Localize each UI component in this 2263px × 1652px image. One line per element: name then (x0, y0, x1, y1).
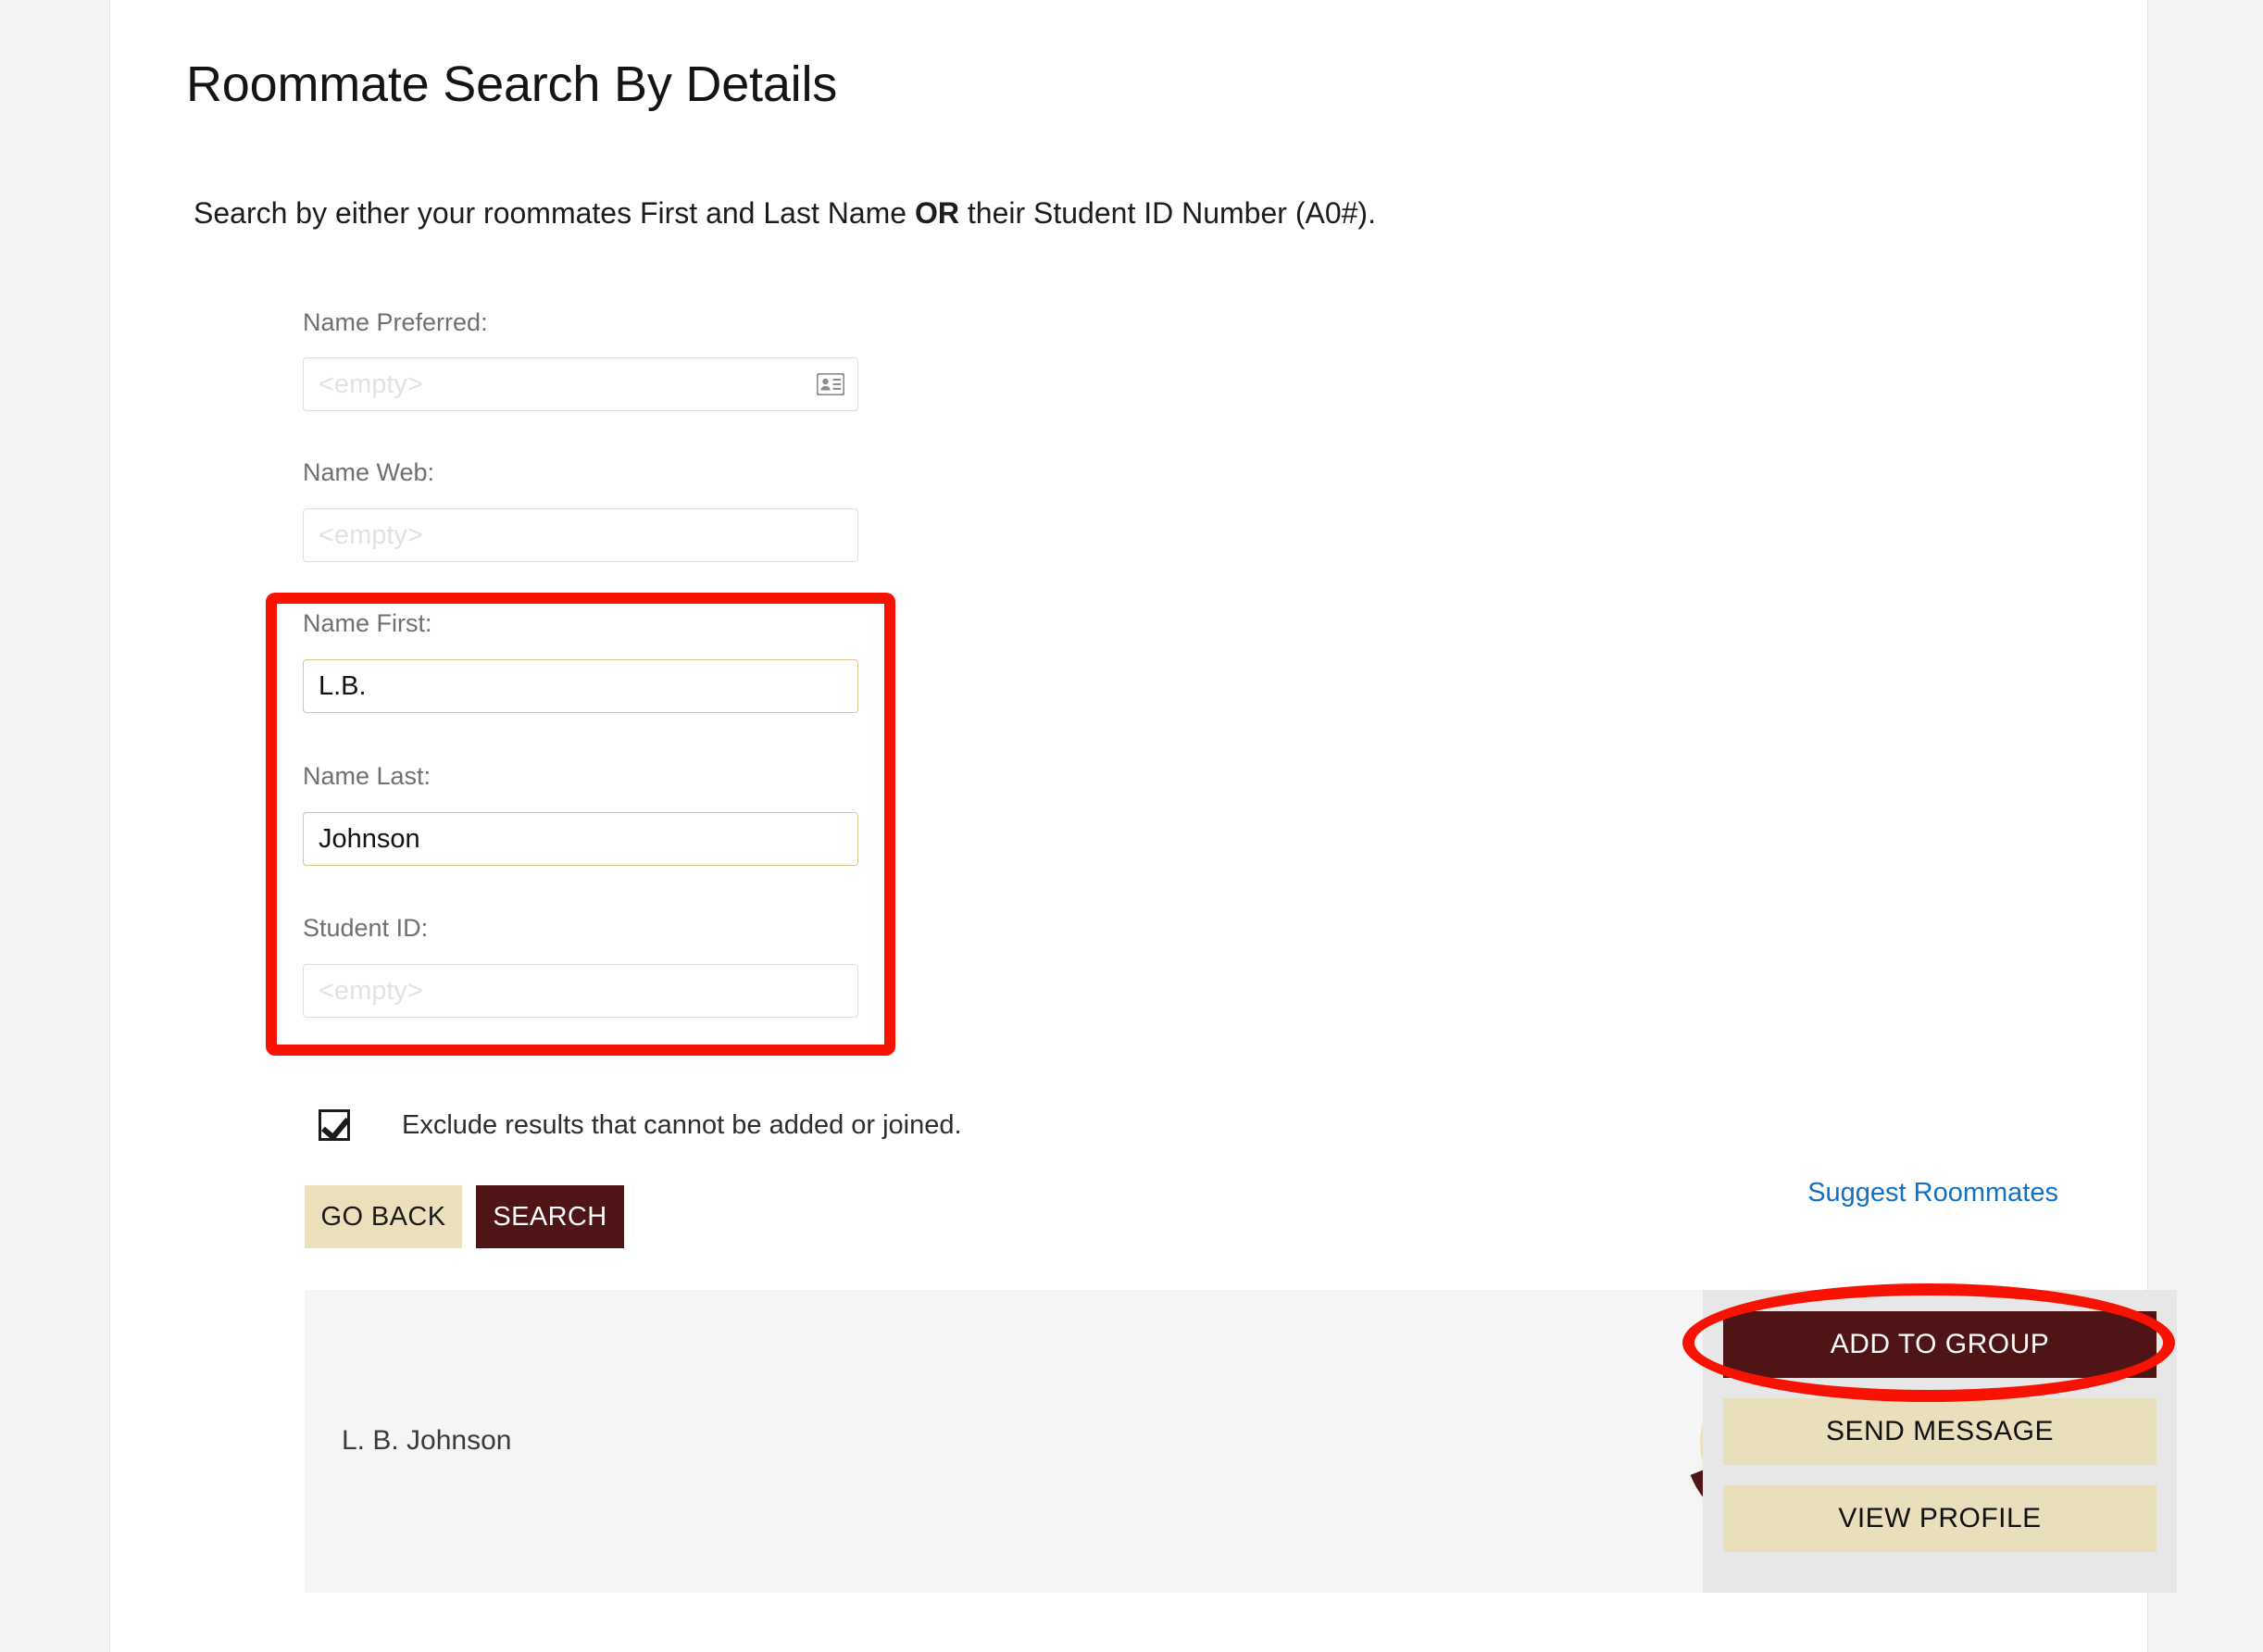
input-name-preferred[interactable]: <empty> (303, 357, 858, 411)
search-button[interactable]: SEARCH (476, 1185, 624, 1248)
send-message-button[interactable]: SEND MESSAGE (1723, 1398, 2157, 1465)
suggest-roommates-link[interactable]: Suggest Roommates (1807, 1178, 2058, 1208)
page-title: Roommate Search By Details (186, 56, 838, 113)
page-description: Search by either your roommates First an… (194, 196, 1376, 231)
input-name-first[interactable]: L.B. (303, 659, 858, 713)
exclude-results-row[interactable]: Exclude results that cannot be added or … (319, 1109, 962, 1141)
input-name-last-value: Johnson (319, 823, 420, 854)
input-name-last[interactable]: Johnson (303, 812, 858, 866)
go-back-button[interactable]: GO BACK (305, 1185, 462, 1248)
view-profile-button[interactable]: VIEW PROFILE (1723, 1485, 2157, 1552)
input-student-id-placeholder: <empty> (319, 975, 423, 1006)
result-person-name: L. B. Johnson (342, 1425, 512, 1456)
label-name-web: Name Web: (303, 458, 435, 486)
label-name-last: Name Last: (303, 762, 431, 790)
page-shell: Roommate Search By Details Search by eit… (0, 0, 2263, 1652)
add-to-group-button[interactable]: ADD TO GROUP (1723, 1311, 2157, 1378)
description-text-after: their Student ID Number (A0#). (958, 196, 1376, 230)
label-name-first: Name First: (303, 609, 432, 637)
search-result-card: L. B. Johnson 69% Match ADD TO GROUP SEN… (305, 1290, 2177, 1593)
content-card: Roommate Search By Details Search by eit… (109, 0, 2177, 1652)
description-text-before: Search by either your roommates First an… (194, 196, 915, 230)
exclude-results-label: Exclude results that cannot be added or … (402, 1109, 962, 1140)
input-name-web-placeholder: <empty> (319, 519, 423, 550)
input-name-preferred-placeholder: <empty> (319, 369, 423, 399)
input-name-web[interactable]: <empty> (303, 508, 858, 562)
exclude-results-checkbox[interactable] (319, 1109, 350, 1141)
input-student-id[interactable]: <empty> (303, 964, 858, 1018)
label-name-preferred: Name Preferred: (303, 308, 488, 336)
contact-card-icon[interactable] (817, 373, 844, 395)
result-action-column: ADD TO GROUP SEND MESSAGE VIEW PROFILE (1703, 1290, 2177, 1593)
input-name-first-value: L.B. (319, 670, 367, 701)
description-emphasis: OR (914, 196, 959, 230)
label-student-id: Student ID: (303, 914, 429, 942)
